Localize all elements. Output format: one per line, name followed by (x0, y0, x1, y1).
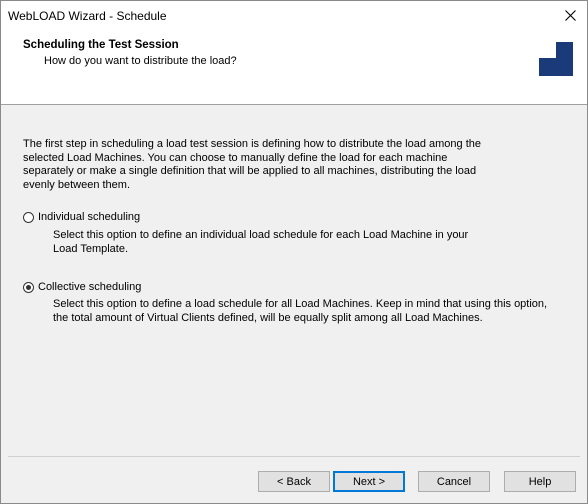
description-line: the total amount of Virtual Clients defi… (53, 311, 483, 324)
description-line: Select this option to define a load sche… (53, 298, 548, 310)
cancel-button[interactable]: Cancel (418, 471, 490, 492)
close-icon (564, 10, 576, 21)
description-line: Load Template. (53, 242, 129, 255)
individual-scheduling-option[interactable]: Individual scheduling (23, 211, 140, 223)
next-button[interactable]: Next > (333, 471, 405, 492)
intro-text: The first step in scheduling a load test… (23, 138, 493, 192)
header-divider (1, 104, 587, 105)
close-button[interactable] (553, 1, 587, 30)
collective-scheduling-radio[interactable] (23, 281, 34, 293)
window-title: WebLOAD Wizard - Schedule (8, 9, 167, 23)
individual-scheduling-description: Select this option to define an individu… (53, 229, 468, 256)
individual-scheduling-radio[interactable] (23, 211, 34, 223)
title-bar: WebLOAD Wizard - Schedule (1, 1, 587, 30)
collective-scheduling-label[interactable]: Collective scheduling (38, 281, 141, 293)
webload-logo-icon (539, 42, 573, 76)
collective-scheduling-option[interactable]: Collective scheduling (23, 281, 141, 293)
help-button[interactable]: Help (504, 471, 576, 492)
page-title: Scheduling the Test Session (23, 39, 179, 51)
collective-scheduling-description: Select this option to define a load sche… (53, 298, 547, 325)
back-button[interactable]: < Back (258, 471, 330, 492)
individual-scheduling-label[interactable]: Individual scheduling (38, 211, 140, 223)
intro-line: The first step in scheduling a load test… (23, 138, 481, 150)
wizard-header: Scheduling the Test Session How do you w… (1, 30, 587, 104)
description-line: Select this option to define an individu… (53, 229, 469, 241)
page-subtitle: How do you want to distribute the load? (44, 55, 237, 67)
wizard-window: WebLOAD Wizard - Schedule Scheduling the… (0, 0, 588, 504)
button-divider (8, 456, 580, 457)
intro-line: separately or make a single definition t… (23, 165, 477, 177)
intro-line: evenly between them. (23, 178, 131, 191)
intro-line: selected Load Machines. You can choose t… (23, 151, 448, 164)
